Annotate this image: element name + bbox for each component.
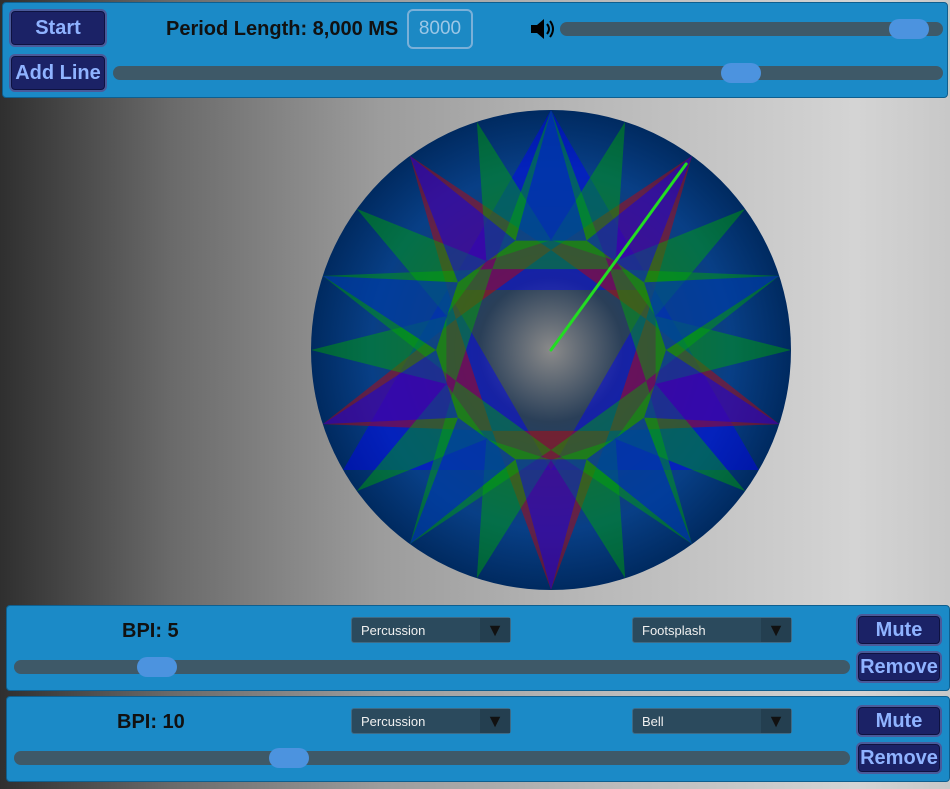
rhythm-visualization [310,109,792,591]
volume-slider[interactable] [560,19,943,39]
sound-value: Footsplash [642,622,706,638]
toolbar: Start Add Line Period Length: 8,000 MS 8… [2,2,948,98]
dropdown-arrow-icon: ▼ [480,709,510,733]
mute-button[interactable]: Mute [856,614,942,646]
line-panel: BPI: 5 Percussion ▼ Footsplash ▼ Mute Re… [6,605,950,691]
sound-select[interactable]: Bell ▼ [632,708,792,734]
dropdown-arrow-icon: ▼ [480,618,510,642]
bpi-slider[interactable] [14,657,850,677]
remove-button[interactable]: Remove [856,742,942,774]
mute-button[interactable]: Mute [856,705,942,737]
bpi-label: BPI: 10 [117,711,185,733]
bpi-slider-thumb[interactable] [137,657,177,677]
period-length-label: Period Length: 8,000 MS [166,18,399,40]
volume-slider-thumb[interactable] [889,19,929,39]
instrument-category-value: Percussion [361,622,426,638]
dropdown-arrow-icon: ▼ [761,709,791,733]
bpi-label: BPI: 5 [122,620,179,642]
instrument-category-select[interactable]: Percussion ▼ [351,708,511,734]
period-length-slider[interactable] [113,63,943,83]
instrument-category-value: Percussion [361,713,426,729]
sound-value: Bell [642,713,664,729]
sound-select[interactable]: Footsplash ▼ [632,617,792,643]
dropdown-arrow-icon: ▼ [761,618,791,642]
bpi-slider[interactable] [14,748,850,768]
instrument-category-select[interactable]: Percussion ▼ [351,617,511,643]
period-length-slider-thumb[interactable] [721,63,761,83]
remove-button[interactable]: Remove [856,651,942,683]
period-length-input[interactable]: 8000 [407,9,473,49]
add-line-button[interactable]: Add Line [9,54,107,92]
volume-icon[interactable] [529,16,557,42]
line-panel: BPI: 10 Percussion ▼ Bell ▼ Mute Remove [6,696,950,782]
bpi-slider-thumb[interactable] [269,748,309,768]
start-button[interactable]: Start [9,9,107,47]
